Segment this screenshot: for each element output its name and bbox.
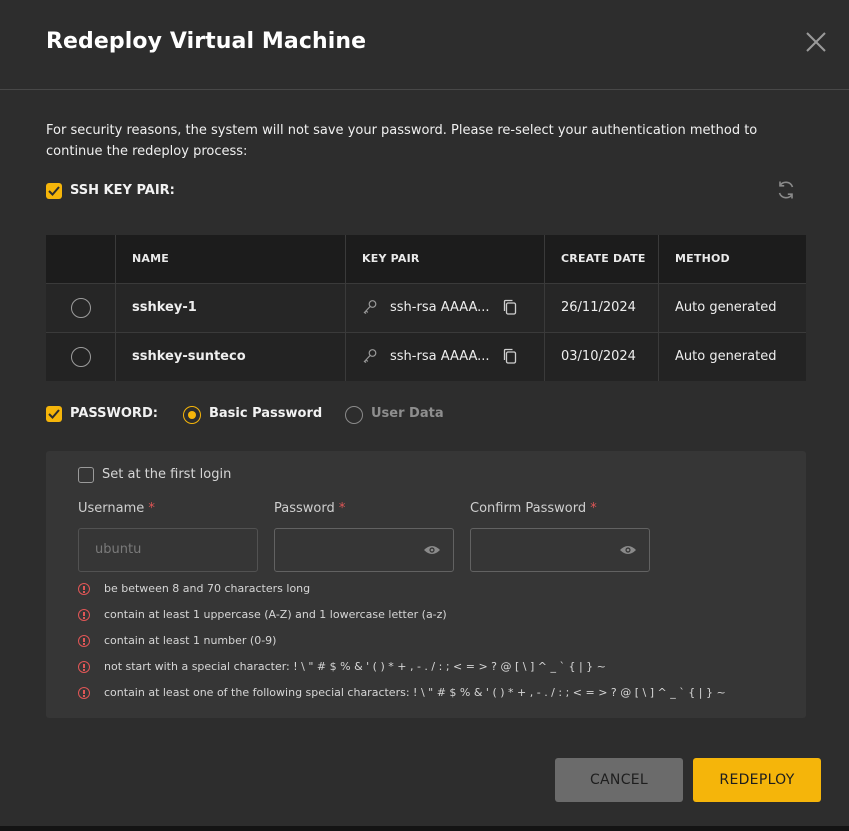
- username-label: Username *: [78, 501, 155, 516]
- method: Auto generated: [675, 349, 777, 364]
- backdrop-edge: [0, 826, 849, 831]
- method: Auto generated: [675, 300, 777, 315]
- required-mark: *: [338, 501, 346, 516]
- password-rule-text: contain at least one of the following sp…: [104, 686, 726, 699]
- error-circle-icon: [78, 583, 90, 595]
- error-circle-icon: [78, 609, 90, 621]
- column-header-key-pair: KEY PAIR: [362, 252, 420, 265]
- column-header-method: METHOD: [675, 252, 730, 265]
- check-icon: [48, 186, 60, 196]
- user-data-radio[interactable]: [345, 406, 363, 424]
- column-header-name: NAME: [132, 252, 169, 265]
- table-row[interactable]: sshkey-1 ssh-rsa AAAA... 26/11/2024 Auto…: [46, 283, 806, 332]
- first-login-checkbox[interactable]: [78, 467, 94, 483]
- ssh-key-table: NAME KEY PAIR CREATE DATE METHOD sshkey-…: [46, 235, 806, 381]
- password-rule-text: not start with a special character: ! \ …: [104, 660, 606, 673]
- key-pair-value: ssh-rsa AAAA...: [390, 349, 490, 364]
- basic-password-label[interactable]: Basic Password: [209, 406, 322, 421]
- intro-text: For security reasons, the system will no…: [46, 123, 758, 159]
- username-input[interactable]: ubuntu: [78, 528, 258, 572]
- first-login-label[interactable]: Set at the first login: [102, 467, 231, 482]
- dialog-header: Redeploy Virtual Machine: [0, 0, 849, 90]
- required-mark: *: [148, 501, 155, 516]
- ssh-key-pair-checkbox[interactable]: [46, 183, 62, 199]
- check-icon: [48, 409, 60, 419]
- username-label-text: Username: [78, 501, 145, 516]
- eye-icon[interactable]: [619, 543, 637, 557]
- password-rule-text: be between 8 and 70 characters long: [104, 582, 311, 595]
- column-divider: [345, 235, 346, 381]
- column-divider: [658, 235, 659, 381]
- row-select-radio[interactable]: [71, 298, 91, 318]
- key-icon: [363, 300, 377, 315]
- column-header-create-date: CREATE DATE: [561, 252, 646, 265]
- copy-icon[interactable]: [502, 348, 518, 364]
- password-panel: Set at the first login Username * ubuntu…: [46, 451, 806, 718]
- confirm-label-text: Confirm Password: [470, 501, 587, 516]
- create-date: 03/10/2024: [561, 349, 636, 364]
- key-name: sshkey-1: [132, 300, 197, 315]
- dialog-title: Redeploy Virtual Machine: [46, 29, 367, 54]
- ssh-key-pair-label: SSH KEY PAIR:: [70, 183, 175, 198]
- redeploy-dialog: Redeploy Virtual Machine For security re…: [0, 0, 849, 826]
- user-data-label[interactable]: User Data: [371, 406, 444, 421]
- error-circle-icon: [78, 687, 90, 699]
- password-label: PASSWORD:: [70, 406, 158, 421]
- table-header-row: NAME KEY PAIR CREATE DATE METHOD: [46, 235, 806, 283]
- error-circle-icon: [78, 661, 90, 673]
- row-select-radio[interactable]: [71, 347, 91, 367]
- close-icon[interactable]: [803, 29, 829, 55]
- confirm-password-label: Confirm Password *: [470, 501, 597, 516]
- key-pair-value: ssh-rsa AAAA...: [390, 300, 490, 315]
- basic-password-radio[interactable]: [183, 406, 201, 424]
- key-name: sshkey-sunteco: [132, 349, 246, 364]
- password-rule-text: contain at least 1 uppercase (A-Z) and 1…: [104, 608, 447, 621]
- password-checkbox[interactable]: [46, 406, 62, 422]
- eye-icon[interactable]: [423, 543, 441, 557]
- column-divider: [544, 235, 545, 381]
- required-mark: *: [590, 501, 597, 516]
- key-icon: [363, 349, 377, 364]
- error-circle-icon: [78, 635, 90, 647]
- copy-icon[interactable]: [502, 299, 518, 315]
- refresh-icon[interactable]: [775, 179, 797, 201]
- password-label-text: Password: [274, 501, 335, 516]
- password-field-label: Password *: [274, 501, 345, 516]
- redeploy-button[interactable]: REDEPLOY: [693, 758, 821, 802]
- cancel-button[interactable]: CANCEL: [555, 758, 683, 802]
- password-rule-text: contain at least 1 number (0-9): [104, 634, 277, 647]
- create-date: 26/11/2024: [561, 300, 636, 315]
- table-row[interactable]: sshkey-sunteco ssh-rsa AAAA... 03/10/202…: [46, 332, 806, 381]
- column-divider: [115, 235, 116, 381]
